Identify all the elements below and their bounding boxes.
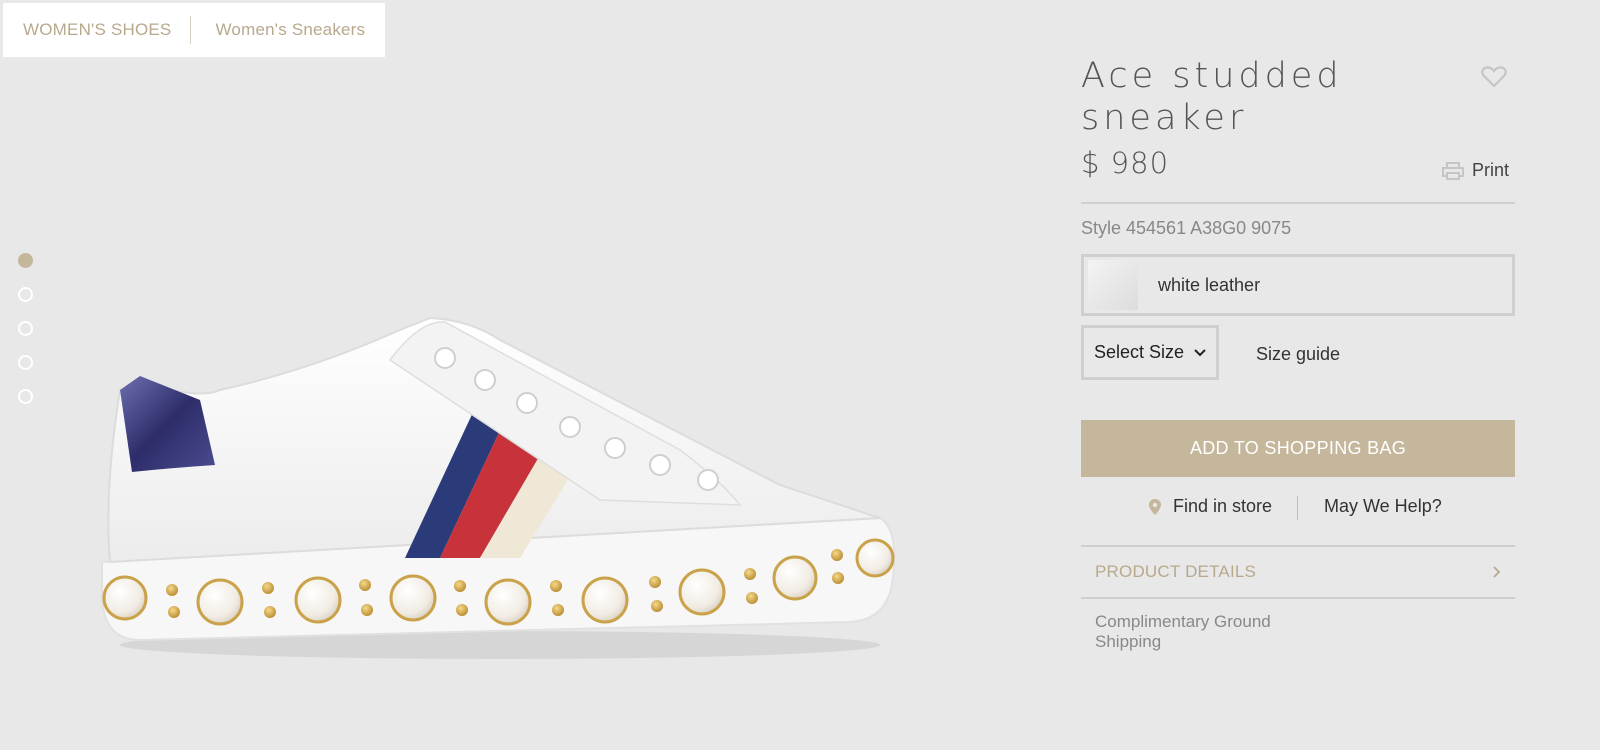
print-label: Print <box>1471 160 1509 180</box>
color-swatch <box>1088 260 1138 310</box>
divider <box>1297 496 1298 520</box>
product-details-label: PRODUCT DETAILS <box>1095 562 1257 581</box>
product-info-panel: Ace studded sneaker $ 980 Print Style 45… <box>1081 0 1515 750</box>
chevron-right-icon <box>1493 566 1501 578</box>
size-select[interactable]: Select Size <box>1081 325 1219 380</box>
breadcrumb-womens-sneakers[interactable]: Women's Sneakers <box>215 20 365 40</box>
product-price: $ 980 <box>1081 146 1170 180</box>
divider <box>1081 597 1515 599</box>
add-to-bag-button[interactable]: ADD TO SHOPPING BAG <box>1081 420 1515 477</box>
size-guide-link[interactable]: Size guide <box>1256 344 1340 365</box>
find-in-store-link[interactable]: Find in store <box>1149 496 1272 517</box>
carousel-dot-4[interactable] <box>18 355 33 370</box>
breadcrumb: WOMEN'S SHOES Women's Sneakers <box>3 3 385 57</box>
color-selector[interactable]: white leather <box>1081 254 1515 316</box>
heart-icon[interactable] <box>1481 66 1507 88</box>
carousel-dot-1[interactable] <box>18 253 33 268</box>
product-details-toggle[interactable]: PRODUCT DETAILS <box>1081 548 1515 596</box>
carousel-dot-2[interactable] <box>18 287 33 302</box>
location-pin-icon <box>1149 498 1161 515</box>
find-in-store-label: Find in store <box>1173 496 1273 516</box>
divider <box>1081 545 1515 547</box>
chevron-down-icon <box>1194 348 1206 356</box>
product-title: Ace studded sneaker <box>1081 56 1343 138</box>
style-number: Style 454561 A38G0 9075 <box>1081 218 1292 238</box>
color-label: white leather <box>1158 274 1261 295</box>
carousel-dot-3[interactable] <box>18 321 33 336</box>
printer-icon <box>1441 161 1464 180</box>
help-link[interactable]: May We Help? <box>1324 496 1442 517</box>
size-select-label: Select Size <box>1094 342 1185 362</box>
divider <box>1081 202 1515 204</box>
shipping-info: Complimentary Ground Shipping <box>1095 612 1271 651</box>
breadcrumb-divider <box>190 16 192 44</box>
print-button[interactable]: Print <box>1441 160 1509 181</box>
carousel-dot-5[interactable] <box>18 389 33 404</box>
image-carousel-dots <box>18 253 33 404</box>
store-help-row: Find in store May We Help? <box>1081 496 1515 522</box>
breadcrumb-womens-shoes[interactable]: WOMEN'S SHOES <box>23 20 171 40</box>
product-image-sneaker <box>101 316 896 659</box>
